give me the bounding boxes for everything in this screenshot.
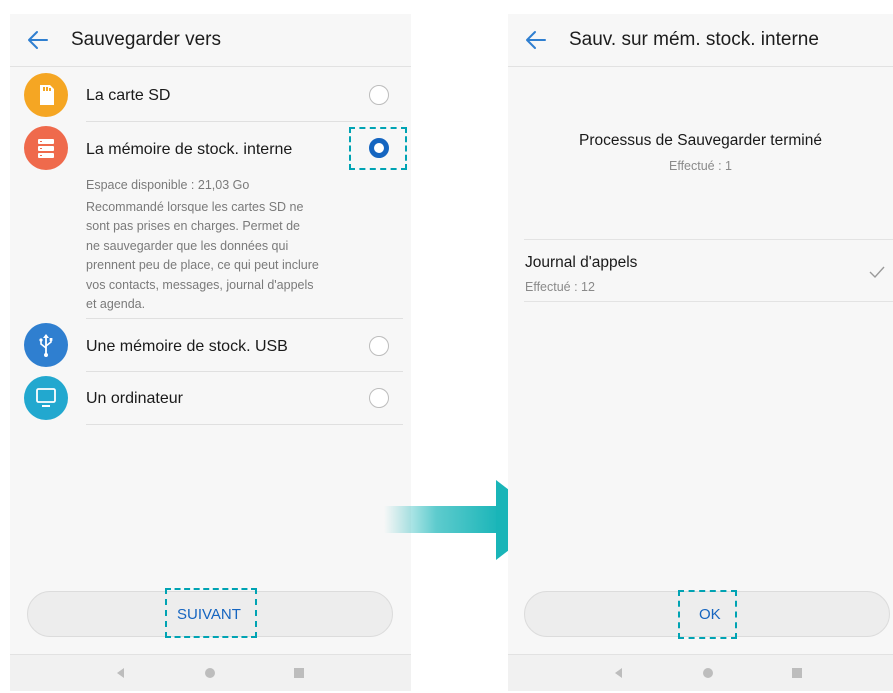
backup-item-row: Journal d'appels Effectué : 12 <box>508 240 893 301</box>
left-phone-screen: Sauvegarder vers La carte SD La mémoire … <box>10 14 411 691</box>
option-label: Une mémoire de stock. USB <box>86 338 288 355</box>
system-nav-bar <box>10 654 411 691</box>
checkmark-icon <box>869 266 885 279</box>
radio-usb-storage[interactable] <box>369 336 389 356</box>
backup-item-title: Journal d'appels <box>525 254 638 271</box>
app-bar: Sauv. sur mém. stock. interne <box>508 14 893 67</box>
description-line: sont pas prises en charges. Permet de <box>86 219 301 233</box>
right-phone-screen: Sauv. sur mém. stock. interne Processus … <box>508 14 893 691</box>
sd-card-icon <box>24 73 68 117</box>
back-arrow-icon[interactable] <box>522 26 550 54</box>
page-title: Sauv. sur mém. stock. interne <box>569 29 819 50</box>
backup-status-title: Processus de Sauvegarder terminé <box>579 132 822 149</box>
page-title: Sauvegarder vers <box>71 29 221 50</box>
storage-description: Espace disponible : 21,03 Go Recommandé … <box>86 176 368 315</box>
available-space: Espace disponible : 21,03 Go <box>86 178 250 192</box>
description-line: Recommandé lorsque les cartes SD ne <box>86 199 304 214</box>
nav-recents-icon[interactable] <box>292 666 306 680</box>
nav-back-icon[interactable] <box>612 666 626 680</box>
ok-button-highlight <box>678 590 737 639</box>
app-bar: Sauvegarder vers <box>10 14 411 67</box>
radio-sd-card[interactable] <box>369 85 389 105</box>
option-label: La carte SD <box>86 87 171 104</box>
description-line: prennent peu de place, ce qui peut inclu… <box>86 258 319 272</box>
description-line: et agenda. <box>86 297 146 311</box>
option-sd-card[interactable]: La carte SD <box>10 70 411 122</box>
computer-icon <box>24 376 68 420</box>
option-label: Un ordinateur <box>86 390 183 407</box>
selected-radio-highlight <box>349 127 407 170</box>
usb-icon <box>24 323 68 367</box>
backup-status-count: Effectué : 1 <box>668 159 732 173</box>
divider <box>86 424 403 425</box>
nav-back-icon[interactable] <box>114 666 128 680</box>
option-computer[interactable]: Un ordinateur <box>10 372 411 425</box>
storage-icon <box>24 126 68 170</box>
nav-recents-icon[interactable] <box>790 666 804 680</box>
divider <box>524 301 893 302</box>
description-line: vos contacts, messages, journal d'appels <box>86 277 314 292</box>
back-arrow-icon[interactable] <box>24 26 52 54</box>
nav-home-icon[interactable] <box>701 666 715 680</box>
system-nav-bar <box>508 654 893 691</box>
nav-home-icon[interactable] <box>203 666 217 680</box>
option-usb-storage[interactable]: Une mémoire de stock. USB <box>10 319 411 372</box>
description-line: ne sauvegarder que les données qui <box>86 238 289 253</box>
option-label: La mémoire de stock. interne <box>86 141 293 158</box>
next-button-highlight <box>165 588 257 638</box>
radio-computer[interactable] <box>369 388 389 408</box>
backup-item-count: Effectué : 12 <box>525 280 595 294</box>
